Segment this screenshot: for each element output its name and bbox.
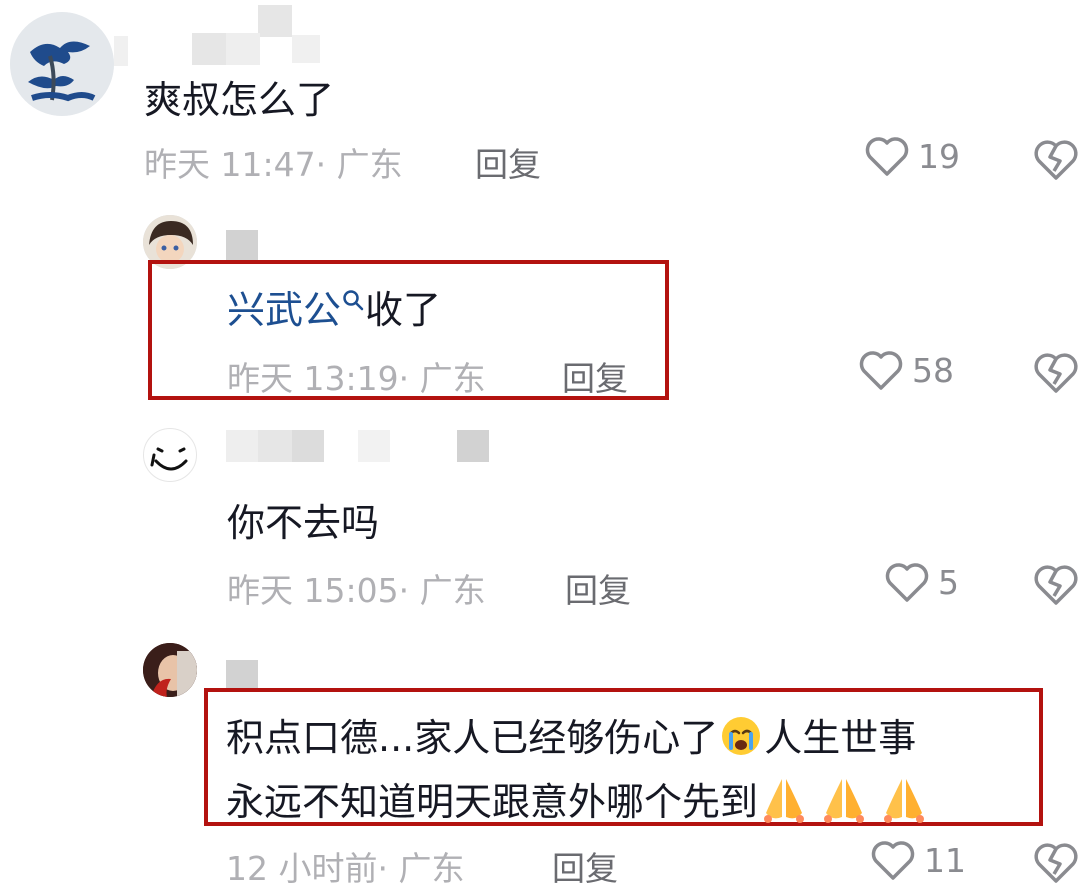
reply-button[interactable]: 回复 (475, 138, 541, 186)
heart-outline-icon (865, 137, 909, 176)
broken-heart-icon (1034, 353, 1078, 393)
reply-button[interactable]: 回复 (552, 842, 618, 890)
comment-text: 你不去吗 (227, 501, 380, 545)
heart-outline-icon (859, 351, 903, 390)
comment-meta: 昨天 11:47· 广东 (144, 145, 403, 184)
comment-text: 爽叔怎么了 (144, 78, 335, 122)
like-count: 19 (918, 136, 960, 176)
smiley-avatar-icon (150, 447, 188, 471)
search-icon[interactable] (341, 288, 365, 314)
like-count: 5 (938, 562, 959, 602)
comment-text: 兴武公 收了 (227, 288, 442, 332)
like-count: 58 (912, 350, 954, 390)
avatar[interactable] (143, 428, 197, 482)
crying-face-emoji (722, 717, 761, 755)
avatar[interactable] (143, 643, 197, 697)
like-button[interactable]: 19 (864, 135, 960, 177)
reply-button[interactable]: 回复 (562, 352, 628, 400)
broken-heart-icon (1034, 140, 1078, 180)
reply-button[interactable]: 回复 (565, 564, 631, 612)
broken-heart-icon (1034, 565, 1078, 605)
like-button[interactable]: 5 (884, 561, 959, 603)
comment-meta: 昨天 13:19· 广东 (227, 359, 486, 398)
avatar[interactable] (10, 12, 114, 116)
heart-outline-icon (885, 563, 929, 602)
praying-hands-emoji (764, 779, 925, 823)
woman-avatar-icon (143, 643, 197, 697)
pine-tree-avatar-icon (10, 12, 114, 116)
mention-link[interactable]: 兴武公 (227, 288, 341, 332)
like-button[interactable]: 11 (870, 839, 966, 881)
broken-heart-icon (1034, 843, 1078, 883)
like-count: 11 (924, 840, 966, 880)
dislike-button[interactable] (1032, 350, 1080, 398)
comment-text-line: 积点口德...家人已经够伤心了 人生世事 (226, 716, 917, 760)
heart-outline-icon (871, 841, 915, 880)
like-button[interactable]: 58 (858, 349, 954, 391)
dislike-button[interactable] (1032, 562, 1080, 610)
dislike-button[interactable] (1032, 840, 1080, 888)
praying-hands-emojis (758, 775, 928, 832)
comment-meta: 昨天 15:05· 广东 (227, 571, 486, 610)
comment-text-line: 永远不知道明天跟意外哪个先到 (226, 775, 928, 832)
dislike-button[interactable] (1032, 137, 1080, 185)
comment-meta: 12 小时前· 广东 (226, 849, 465, 888)
